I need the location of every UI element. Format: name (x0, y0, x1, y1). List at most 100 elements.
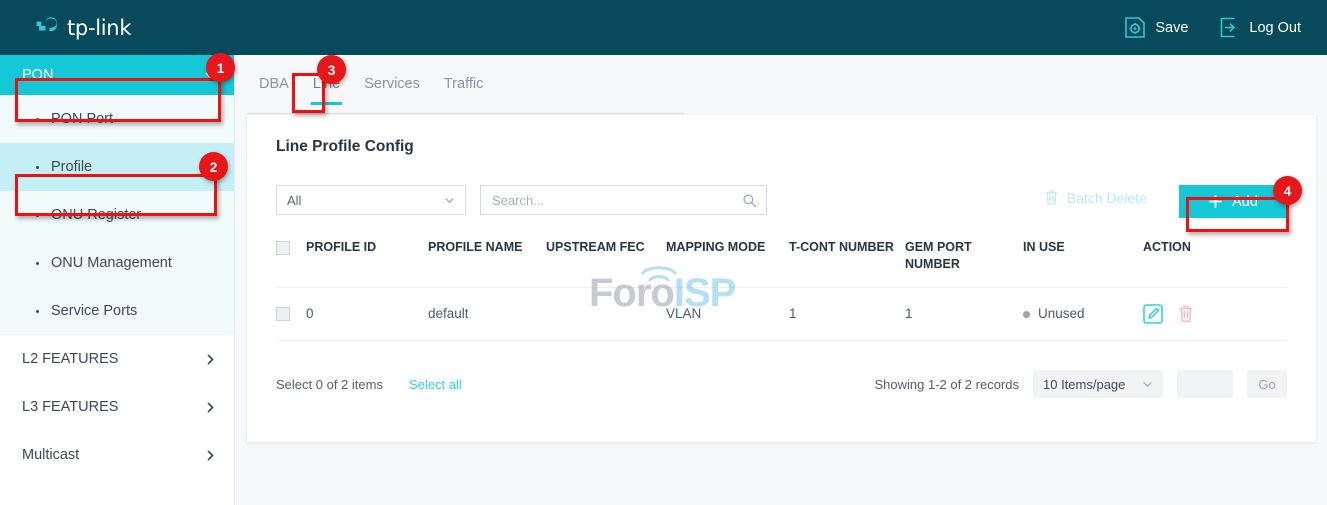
records-info: Showing 1-2 of 2 records (874, 377, 1019, 392)
bullet-icon (36, 262, 39, 265)
chevron-down-icon (444, 195, 455, 206)
batch-delete-button[interactable]: Batch Delete (1044, 189, 1147, 206)
step-badge-1-number: 1 (217, 60, 225, 76)
page-number-input[interactable] (1177, 370, 1233, 398)
sidebar-item-pon-port[interactable]: PON Port (0, 95, 234, 143)
row-checkbox[interactable] (276, 307, 290, 321)
top-bar: tp-link Save Log Out (0, 0, 1327, 55)
tab-traffic-label: Traffic (444, 76, 483, 92)
selection-info: Select 0 of 2 items (276, 377, 383, 392)
sidebar-item-service-ports-label: Service Ports (51, 303, 137, 319)
search-icon[interactable] (742, 193, 757, 208)
per-page-value: 10 Items/page (1043, 377, 1125, 392)
sidebar-group-multicast-label: Multicast (22, 447, 79, 463)
pagination-controls: Showing 1-2 of 2 records 10 Items/page G… (874, 370, 1287, 398)
step-badge-3-number: 3 (328, 62, 336, 78)
chevron-down-icon (1142, 379, 1153, 390)
row-actions (1143, 304, 1287, 324)
column-tcont-number: T-CONT NUMBER (789, 233, 905, 287)
sidebar-item-onu-management-label: ONU Management (51, 255, 172, 271)
main-content: DBA Line Services Traffic Line Profile C… (235, 55, 1327, 505)
select-all-checkbox[interactable] (276, 241, 290, 255)
save-gear-icon (1124, 16, 1146, 39)
tp-link-logo[interactable]: tp-link (34, 15, 131, 41)
sidebar-group-l2-label: L2 FEATURES (22, 351, 118, 367)
filter-select[interactable]: All (276, 185, 466, 215)
search-input[interactable] (490, 192, 742, 209)
sidebar-group-multicast[interactable]: Multicast (0, 431, 234, 479)
column-in-use: IN USE (1023, 233, 1143, 287)
plus-icon (1208, 194, 1223, 209)
table-header-row: PROFILE ID PROFILE NAME UPSTREAM FEC MAP… (276, 233, 1287, 287)
line-profile-card: Line Profile Config All Batch (247, 115, 1316, 442)
top-bar-actions: Save Log Out (1124, 16, 1301, 39)
table-toolbar: All Batch Delete (276, 185, 1287, 221)
tab-dba[interactable]: DBA (247, 76, 301, 104)
batch-delete-label: Batch Delete (1067, 190, 1147, 206)
search-box[interactable] (480, 185, 767, 215)
save-label: Save (1155, 20, 1188, 36)
per-page-select[interactable]: 10 Items/page (1033, 370, 1163, 398)
column-upstream-fec: UPSTREAM FEC (546, 233, 666, 287)
column-action: ACTION (1143, 233, 1287, 287)
sidebar-item-pon-port-label: PON Port (51, 111, 113, 127)
tab-services[interactable]: Services (352, 76, 432, 104)
sidebar-submenu-pon: PON Port Profile ONU Register ONU Manage… (0, 95, 234, 335)
cell-profile-id: 0 (306, 287, 428, 340)
cell-mapping-mode: VLAN (666, 287, 789, 340)
brand-name: tp-link (67, 16, 131, 40)
page-title: Line Profile Config (276, 138, 414, 156)
add-label: Add (1232, 194, 1258, 210)
sidebar-item-onu-register-label: ONU Register (51, 207, 141, 223)
sidebar-item-onu-management[interactable]: ONU Management (0, 239, 234, 287)
sidebar-group-l3-features[interactable]: L3 FEATURES (0, 383, 234, 431)
tab-dba-label: DBA (259, 76, 289, 92)
logout-button[interactable]: Log Out (1218, 16, 1301, 39)
table-footer: Select 0 of 2 items Select all Showing 1… (276, 368, 1287, 400)
table-row[interactable]: 0 default VLAN 1 1 Unused (276, 287, 1287, 340)
step-badge-4-number: 4 (1284, 183, 1292, 199)
tp-link-mark-icon (34, 15, 60, 41)
bullet-icon (36, 310, 39, 313)
cell-in-use: Unused (1023, 287, 1143, 340)
sidebar-item-service-ports[interactable]: Service Ports (0, 287, 234, 335)
tab-bar: DBA Line Services Traffic (247, 76, 684, 114)
column-profile-id: PROFILE ID (306, 233, 428, 287)
save-button[interactable]: Save (1124, 16, 1188, 39)
cell-gem-port-number: 1 (905, 287, 1023, 340)
sidebar-item-onu-register[interactable]: ONU Register (0, 191, 234, 239)
cell-upstream-fec (546, 287, 666, 340)
filter-select-value: All (287, 193, 301, 208)
step-badge-2: 2 (199, 152, 228, 181)
column-profile-name: PROFILE NAME (428, 233, 546, 287)
step-badge-2-number: 2 (210, 159, 218, 175)
step-badge-3: 3 (317, 55, 346, 84)
cell-profile-name: default (428, 287, 546, 340)
table-body: 0 default VLAN 1 1 Unused (276, 287, 1287, 340)
profile-table: PROFILE ID PROFILE NAME UPSTREAM FEC MAP… (276, 233, 1287, 341)
add-button[interactable]: Add (1179, 185, 1287, 218)
sidebar-group-l2-features[interactable]: L2 FEATURES (0, 335, 234, 383)
chevron-right-icon (204, 353, 217, 366)
step-badge-4: 4 (1273, 176, 1302, 205)
status-dot-icon (1023, 311, 1030, 318)
chevron-right-icon (204, 449, 217, 462)
sidebar-item-profile-label: Profile (51, 159, 92, 175)
delete-icon[interactable] (1177, 304, 1195, 323)
sidebar: PON PON Port Profile ONU Register ONU Ma… (0, 55, 235, 505)
cell-tcont-number: 1 (789, 287, 905, 340)
edit-icon[interactable] (1143, 304, 1163, 324)
column-select-all (276, 233, 306, 287)
bullet-icon (36, 118, 39, 121)
logout-label: Log Out (1249, 20, 1301, 36)
row-select-cell (276, 287, 306, 340)
sidebar-group-l3-label: L3 FEATURES (22, 399, 118, 415)
bullet-icon (36, 166, 39, 169)
tab-traffic[interactable]: Traffic (432, 76, 495, 104)
go-button[interactable]: Go (1247, 370, 1287, 398)
select-all-link[interactable]: Select all (409, 377, 462, 392)
sidebar-group-pon[interactable]: PON (0, 55, 234, 95)
chevron-right-icon (204, 401, 217, 414)
trash-icon (1044, 189, 1059, 206)
step-badge-1: 1 (206, 53, 235, 82)
